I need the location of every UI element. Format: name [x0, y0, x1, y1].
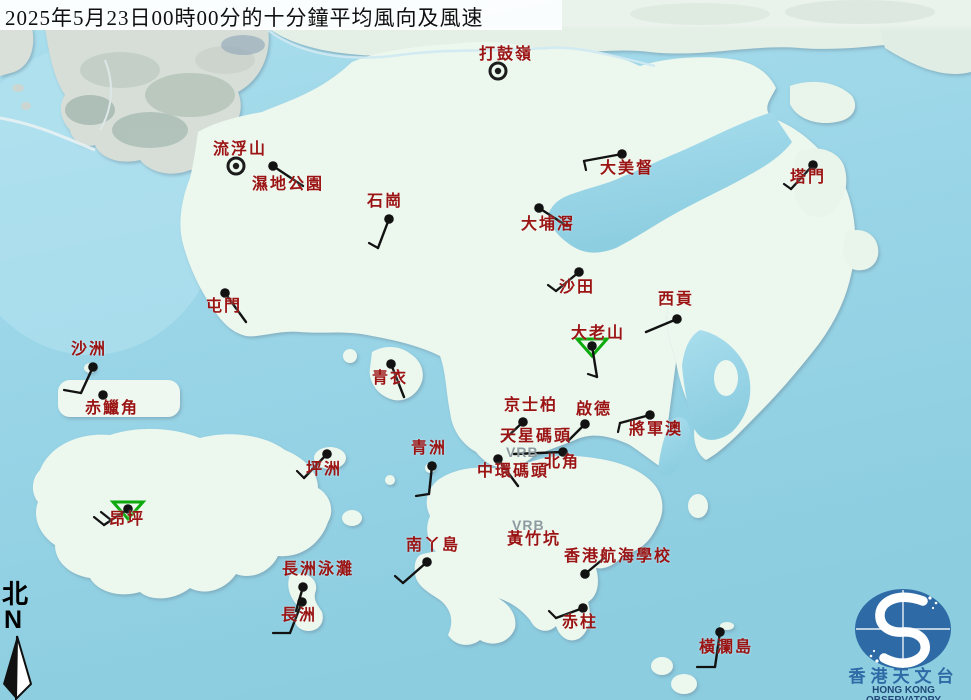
hko-logo-name-cn: 香港天文台: [836, 668, 971, 685]
kau-yi-chau-islet: [385, 475, 395, 485]
station-dot: [617, 149, 627, 159]
hong-kong-map: [0, 0, 971, 700]
station-dot: [493, 454, 503, 464]
station-dot: [645, 410, 655, 420]
station-dot: [808, 160, 818, 170]
station-dot: [220, 288, 230, 298]
kau-sai-chau-island: [714, 360, 738, 396]
compass-north-cn: 北: [2, 582, 28, 608]
station-dot: [297, 597, 307, 607]
terrain-texture: [630, 3, 770, 25]
station-dot: [574, 267, 584, 277]
station-dot: [98, 390, 108, 400]
station-dot: [715, 627, 725, 637]
station-dot: [268, 161, 278, 171]
terrain-texture: [785, 0, 935, 24]
calm-wind-icon: [233, 163, 239, 169]
station-dot: [386, 359, 396, 369]
hko-logo-name-en: HONG KONG OBSERVATORY: [836, 686, 971, 700]
wind-map-screen: 打鼓嶺流浮山濕地公園石崗大美督塔門大埔滘沙田西貢大老山屯門沙洲赤鱲角青衣京士柏啟…: [0, 0, 971, 700]
hei-ling-chau-island: [342, 510, 362, 526]
station-dot: [427, 461, 437, 471]
station-dot: [580, 419, 590, 429]
station-dot: [580, 569, 590, 579]
station-dot: [518, 417, 528, 427]
station-dot: [88, 362, 98, 372]
map-title: 2025年5月23日00時00分的十分鐘平均風向及風速: [5, 2, 484, 32]
station-dot: [384, 214, 394, 224]
station-dot: [534, 203, 544, 213]
station-dot: [422, 557, 432, 567]
station-dot: [558, 447, 568, 457]
station-dot: [587, 341, 597, 351]
po-toi-south-island: [671, 674, 697, 694]
station-dot: [322, 449, 332, 459]
compass-north-en: N: [4, 608, 22, 633]
station-dot: [123, 504, 133, 514]
tung-lung-island: [688, 494, 708, 518]
station-dot: [578, 603, 588, 613]
station-dot: [298, 582, 308, 592]
calm-wind-icon: [495, 68, 501, 74]
hko-logo: 香港天文台 HONG KONG OBSERVATORY: [836, 580, 971, 700]
station-dot: [672, 314, 682, 324]
ma-wan-island: [343, 349, 357, 363]
po-toi-island: [651, 657, 673, 675]
title-bar: 2025年5月23日00時00分的十分鐘平均風向及風速: [0, 0, 562, 30]
airport-island: [58, 380, 180, 417]
